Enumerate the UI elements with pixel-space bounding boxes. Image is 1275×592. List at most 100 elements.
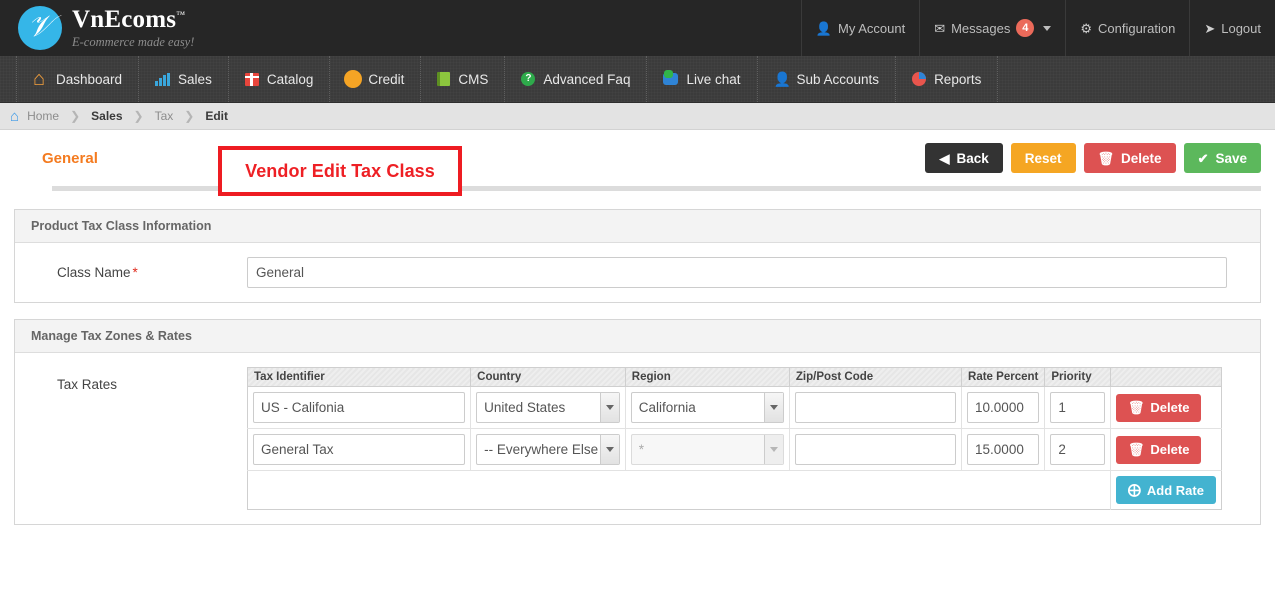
cell-add-rate: ⨁ Add Rate [1110, 471, 1221, 510]
nav-label: Credit [368, 71, 405, 87]
nav-label: Sales [178, 71, 212, 87]
table-header: Tax Identifier Country Region Zip/Post C… [247, 367, 1222, 387]
bar-chart-icon [155, 72, 170, 86]
product-tax-class-panel: Product Tax Class Information Class Name… [14, 209, 1261, 303]
nav-item-reports[interactable]: Reports [896, 56, 999, 102]
save-label: Save [1215, 150, 1247, 166]
messages-menu[interactable]: ✉ Messages 4 [919, 0, 1065, 56]
row-delete-button[interactable]: 🗑 Delete [1115, 393, 1202, 422]
rate-percent-input[interactable] [967, 434, 1040, 465]
breadcrumb-edit: Edit [205, 109, 228, 123]
nav-item-sub-accounts[interactable]: 👤 Sub Accounts [758, 56, 897, 102]
messages-label: Messages [951, 20, 1011, 36]
rate-percent-input[interactable] [967, 392, 1040, 423]
nav-item-catalog[interactable]: Catalog [229, 56, 331, 102]
trash-icon: 🗑 [1127, 441, 1145, 457]
save-button[interactable]: ✔ Save [1183, 143, 1261, 173]
cell-priority [1044, 428, 1111, 471]
breadcrumb-separator-icon: ❯ [133, 109, 144, 123]
page-header: General ◀ Back Reset 🗑 Delete ✔ Save [0, 130, 1275, 186]
home-icon [33, 72, 48, 87]
panel-title: Manage Tax Zones & Rates [15, 320, 1260, 353]
trash-icon: 🗑 [1127, 399, 1145, 415]
breadcrumb-separator-icon: ❯ [184, 109, 195, 123]
tax-rates-label: Tax Rates [57, 377, 118, 392]
priority-input[interactable] [1050, 434, 1105, 465]
breadcrumb-tax[interactable]: Tax [150, 109, 179, 123]
column-header-priority: Priority [1044, 367, 1111, 387]
tax-rates-row: Tax Rates Tax Identifier Country Region … [31, 367, 1244, 510]
required-marker: * [132, 265, 138, 280]
nav-label: Reports [934, 71, 982, 87]
column-header-tax-identifier: Tax Identifier [247, 367, 472, 387]
annotation-callout-vendor-edit-tax-class: Vendor Edit Tax Class [218, 146, 462, 196]
breadcrumb: ⌂ Home ❯ Sales ❯ Tax ❯ Edit [0, 103, 1275, 130]
add-rate-row: ⨁ Add Rate [247, 470, 1222, 510]
nav-label: Catalog [266, 71, 314, 87]
brand-text: VnEcoms™ E-commerce made easy! [72, 6, 194, 49]
tax-identifier-input[interactable] [253, 434, 466, 465]
brand-name: VnEcoms™ [72, 6, 186, 34]
configuration-menu[interactable]: ⚙ Configuration [1065, 0, 1189, 56]
add-rate-label: Add Rate [1146, 482, 1204, 498]
nav-label: Live chat [686, 71, 741, 87]
zip-post-code-input[interactable] [794, 434, 957, 465]
cell-region: California [625, 386, 790, 429]
tax-rates-table-wrapper: Tax Identifier Country Region Zip/Post C… [247, 367, 1222, 510]
tax-identifier-input[interactable] [253, 392, 466, 423]
class-name-input[interactable] [247, 257, 1227, 288]
cell-zip [789, 428, 963, 471]
sun-icon [346, 72, 361, 86]
table-header-row: Tax Identifier Country Region Zip/Post C… [247, 367, 1222, 387]
gear-icon: ⚙ [1080, 20, 1092, 36]
person-icon: 👤 [773, 70, 791, 87]
zip-post-code-input[interactable] [794, 392, 957, 423]
back-button[interactable]: ◀ Back [925, 143, 1003, 173]
page-action-buttons: ◀ Back Reset 🗑 Delete ✔ Save [925, 143, 1261, 173]
panel-title: Product Tax Class Information [15, 210, 1260, 243]
breadcrumb-home[interactable]: Home [22, 109, 64, 123]
breadcrumb-sales[interactable]: Sales [86, 109, 127, 123]
manage-tax-zones-rates-panel: Manage Tax Zones & Rates Tax Rates Tax I… [14, 319, 1261, 525]
nav-label: CMS [458, 71, 489, 87]
back-label: Back [956, 150, 989, 166]
logout-button[interactable]: ➤ Logout [1189, 0, 1275, 56]
priority-input[interactable] [1050, 392, 1105, 423]
row-delete-button[interactable]: 🗑 Delete [1115, 435, 1202, 464]
my-account-menu[interactable]: 👤 My Account [800, 0, 919, 56]
header-actions: 👤 My Account ✉ Messages 4 ⚙ Configuratio… [800, 0, 1275, 56]
nav-label: Dashboard [56, 71, 123, 87]
class-name-row: Class Name * [31, 257, 1244, 288]
column-header-zip-post-code: Zip/Post Code [789, 367, 963, 387]
nav-item-advanced-faq[interactable]: ? Advanced Faq [505, 56, 648, 102]
delete-label: Delete [1121, 150, 1162, 166]
book-icon [437, 72, 451, 86]
vnecoms-logo-icon: 𝒱 [18, 6, 62, 50]
region-select: * [630, 434, 784, 465]
person-icon: 👤 [815, 20, 832, 36]
country-select[interactable]: -- Everywhere Else [476, 434, 620, 465]
nav-item-sales[interactable]: Sales [139, 56, 229, 102]
nav-item-dashboard[interactable]: Dashboard [16, 56, 140, 102]
tab-general[interactable]: General [14, 150, 98, 167]
question-icon: ? [521, 72, 536, 86]
cell-rate [961, 386, 1046, 429]
delete-button[interactable]: 🗑 Delete [1083, 143, 1176, 173]
cell-country: -- Everywhere Else [470, 428, 626, 471]
brand-logo-block[interactable]: 𝒱 VnEcoms™ E-commerce made easy! [0, 6, 194, 50]
nav-item-cms[interactable]: CMS [421, 56, 506, 102]
configuration-label: Configuration [1098, 20, 1176, 36]
add-rate-button[interactable]: ⨁ Add Rate [1115, 476, 1216, 504]
table-body: United States California [247, 386, 1222, 510]
region-select-wrapper: * [630, 434, 784, 465]
country-select[interactable]: United States [476, 392, 620, 423]
gift-icon [244, 72, 259, 86]
chevron-down-icon[interactable] [1043, 25, 1052, 31]
nav-item-credit[interactable]: Credit [330, 56, 422, 102]
reset-label: Reset [1024, 150, 1062, 166]
check-circle-icon: ✔ [1197, 150, 1209, 166]
nav-item-live-chat[interactable]: Live chat [647, 56, 758, 102]
region-select[interactable]: California [630, 392, 784, 423]
plus-circle-icon: ⨁ [1127, 482, 1141, 497]
reset-button[interactable]: Reset [1010, 143, 1076, 173]
